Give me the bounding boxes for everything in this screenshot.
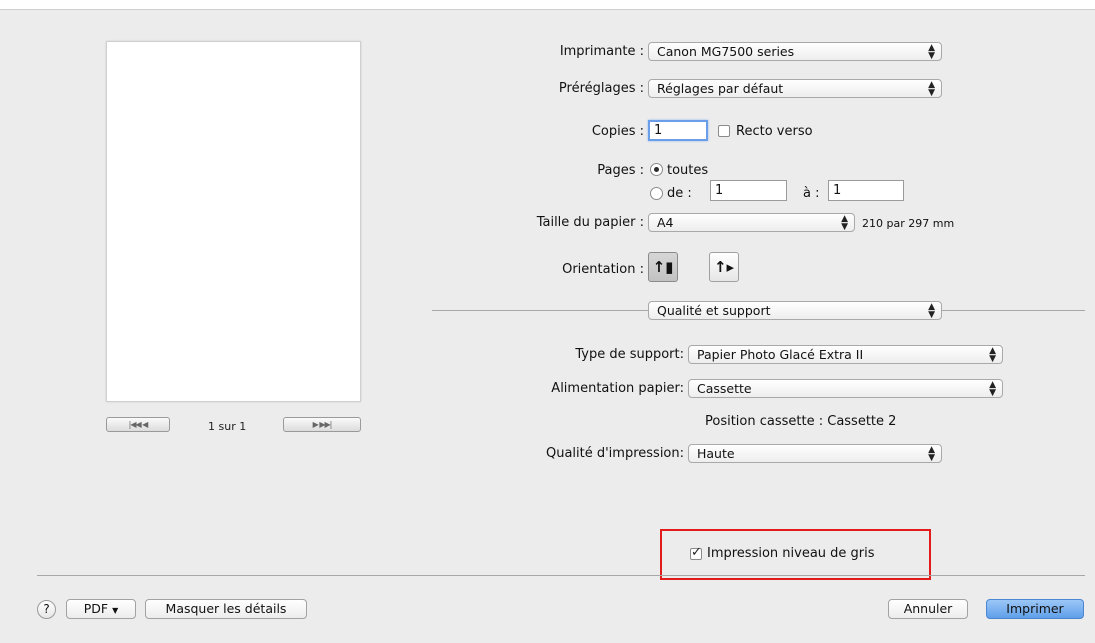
duplex-checkbox[interactable] <box>718 125 730 137</box>
grayscale-label: Impression niveau de gris <box>707 546 875 561</box>
grayscale-checkbox[interactable]: ✓ <box>690 545 702 560</box>
section-separator-right <box>942 310 1085 311</box>
hide-details-button[interactable]: Masquer les détails <box>145 599 307 619</box>
cancel-button[interactable]: Annuler <box>888 599 968 619</box>
pages-label: Pages : <box>597 163 644 178</box>
preview-first-prev-buttons[interactable]: |◀◀ ◀ <box>106 417 170 432</box>
paper-size-popup[interactable]: A4 ▲ ▼ <box>648 213 855 232</box>
section-value: Qualité et support <box>657 303 771 318</box>
section-separator-left <box>432 310 648 311</box>
print-quality-popup[interactable]: Haute ▲ ▼ <box>688 444 942 463</box>
pages-from-label: de : <box>667 186 692 201</box>
media-type-popup[interactable]: Papier Photo Glacé Extra II ▲ ▼ <box>688 345 1003 364</box>
popup-arrows-icon: ▲ ▼ <box>928 301 935 320</box>
paper-size-label: Taille du papier : <box>536 215 644 230</box>
presets-popup[interactable]: Réglages par défaut ▲ ▼ <box>648 79 942 98</box>
footer-separator <box>37 575 1085 576</box>
presets-value: Réglages par défaut <box>657 81 784 96</box>
popup-arrows-icon: ▲ ▼ <box>989 379 996 398</box>
pdf-label: PDF <box>83 601 109 616</box>
pdf-button[interactable]: PDF ▼ <box>66 599 136 619</box>
paper-source-value: Cassette <box>697 381 752 396</box>
copies-field[interactable]: 1 <box>648 120 708 141</box>
pages-to-field[interactable]: 1 <box>828 180 904 201</box>
paper-source-label: Alimentation papier: <box>551 381 684 396</box>
portrait-orientation-icon[interactable]: ↑▮ <box>648 252 678 282</box>
pages-all-radio[interactable] <box>650 163 663 176</box>
popup-arrows-icon: ▲ ▼ <box>928 444 935 463</box>
popup-arrows-icon: ▲ ▼ <box>928 79 935 98</box>
paper-size-value: A4 <box>657 215 674 230</box>
print-quality-label: Qualité d'impression: <box>545 446 684 461</box>
section-popup[interactable]: Qualité et support ▲ ▼ <box>648 301 942 320</box>
popup-arrows-icon: ▲ ▼ <box>928 42 935 61</box>
printer-label: Imprimante : <box>559 44 644 59</box>
print-button[interactable]: Imprimer <box>986 599 1084 619</box>
duplex-label: Recto verso <box>736 124 813 139</box>
media-type-label: Type de support: <box>575 347 684 362</box>
page-preview <box>106 41 361 402</box>
popup-arrows-icon: ▲ ▼ <box>841 213 848 232</box>
media-type-value: Papier Photo Glacé Extra II <box>697 347 864 362</box>
copies-label: Copies : <box>591 124 644 139</box>
printer-popup[interactable]: Canon MG7500 series ▲ ▼ <box>648 42 942 61</box>
pages-all-label: toutes <box>667 163 709 178</box>
help-button[interactable]: ? <box>37 600 56 619</box>
preview-next-last-buttons[interactable]: ▶ ▶▶| <box>283 417 361 432</box>
cassette-position: Position cassette : Cassette 2 <box>705 414 897 429</box>
popup-arrows-icon: ▲ ▼ <box>989 345 996 364</box>
paper-dimensions: 210 par 297 mm <box>862 217 955 230</box>
pages-range-radio[interactable] <box>650 187 663 200</box>
chevron-down-icon: ▼ <box>112 606 119 615</box>
pages-from-field[interactable]: 1 <box>710 180 787 201</box>
pages-to-label: à : <box>803 186 820 201</box>
presets-label: Préréglages : <box>558 81 644 96</box>
landscape-orientation-icon[interactable]: ↑▸ <box>709 252 739 282</box>
printer-value: Canon MG7500 series <box>657 44 795 59</box>
paper-source-popup[interactable]: Cassette ▲ ▼ <box>688 379 1003 398</box>
orientation-label: Orientation : <box>562 262 644 277</box>
checkmark-icon: ✓ <box>691 545 702 560</box>
preview-page-label: 1 sur 1 <box>208 420 247 433</box>
print-quality-value: Haute <box>697 446 735 461</box>
